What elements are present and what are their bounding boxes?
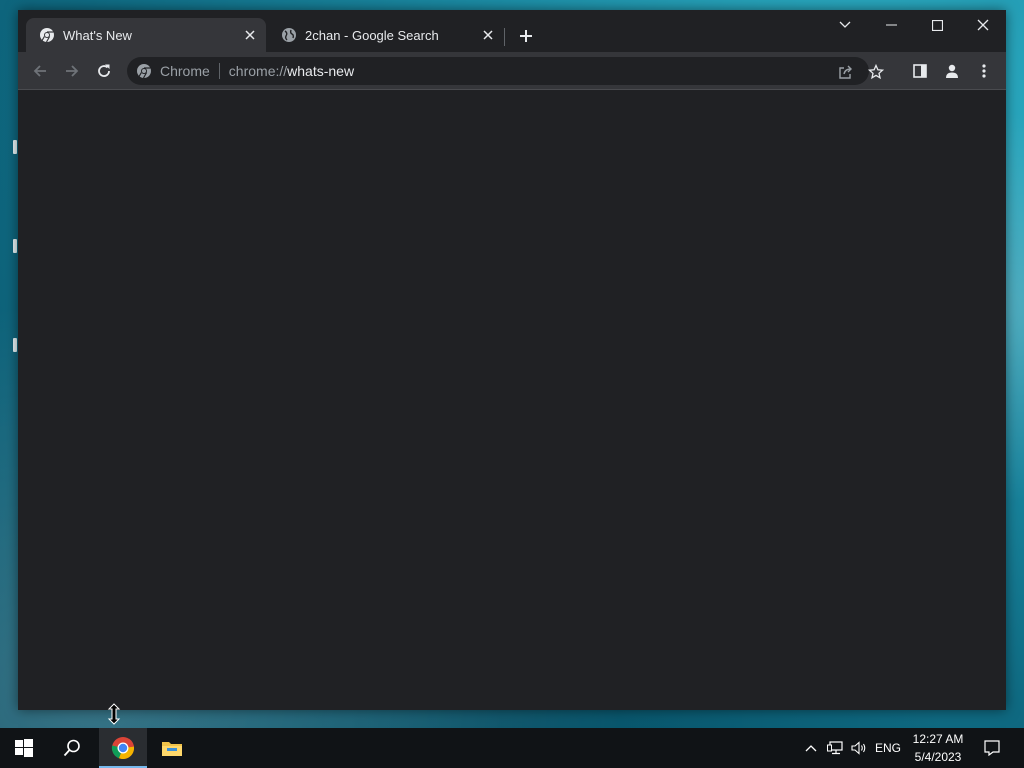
minimize-button[interactable]: [868, 10, 914, 40]
url-text[interactable]: chrome://whats-new: [229, 63, 354, 79]
show-hidden-icons-button[interactable]: [800, 728, 822, 768]
chevron-down-icon: [839, 21, 851, 28]
url-scheme: chrome://: [228, 63, 288, 79]
plus-icon: [520, 30, 532, 42]
tab-title: 2chan - Google Search: [305, 27, 439, 43]
browser-toolbar: Chrome chrome://whats-new: [18, 52, 1006, 89]
close-icon: [977, 19, 989, 31]
search-icon: [63, 739, 80, 757]
menu-button[interactable]: [970, 57, 998, 85]
file-explorer-button[interactable]: [148, 728, 196, 768]
start-icon: [15, 739, 33, 757]
search-button[interactable]: [48, 728, 96, 768]
arrow-right-icon: [66, 65, 79, 77]
volume-button[interactable]: [848, 728, 870, 768]
person-icon: [946, 64, 958, 78]
tab-separator: [504, 28, 505, 46]
notification-icon: [984, 740, 1000, 756]
language-indicator[interactable]: ENG: [872, 728, 904, 768]
taskbar: ENG 12:27 AM 5/4/2023: [0, 728, 1024, 768]
profile-button[interactable]: [938, 57, 966, 85]
taskbar-chrome-button[interactable]: [99, 728, 147, 768]
network-icon: [827, 741, 843, 755]
page-content[interactable]: [18, 90, 1006, 710]
forward-button[interactable]: [58, 57, 86, 85]
address-bar[interactable]: Chrome chrome://whats-new: [127, 57, 884, 85]
globe-icon: [281, 27, 297, 43]
desktop-icon-edge[interactable]: [13, 239, 17, 253]
maximize-button[interactable]: [914, 10, 960, 40]
site-label: Chrome: [160, 63, 210, 79]
tab-search-button[interactable]: [822, 10, 868, 40]
tab-whats-new[interactable]: What's New: [26, 18, 266, 52]
chrome-icon[interactable]: [136, 63, 152, 79]
share-icon[interactable]: [835, 61, 857, 83]
action-center-button[interactable]: [978, 728, 1006, 768]
maximize-icon: [931, 19, 943, 31]
bookmark-star-icon[interactable]: [865, 61, 887, 83]
close-window-button[interactable]: [960, 10, 1006, 40]
chevron-up-icon: [805, 745, 817, 752]
arrow-left-icon: [33, 65, 46, 77]
tab-2chan-google-search[interactable]: 2chan - Google Search: [268, 18, 504, 52]
kebab-menu-icon: [982, 64, 986, 78]
back-button[interactable]: [26, 57, 54, 85]
omnibox-divider: [218, 63, 220, 79]
minimize-icon: [885, 24, 897, 26]
network-button[interactable]: [824, 728, 846, 768]
new-tab-button[interactable]: [514, 24, 538, 48]
side-panel-button[interactable]: [906, 57, 934, 85]
close-tab-icon[interactable]: [240, 25, 260, 45]
chrome-icon: [39, 27, 55, 43]
desktop-icon-edge[interactable]: [13, 140, 17, 154]
tab-title: What's New: [63, 27, 132, 43]
chrome-icon: [111, 737, 135, 760]
desktop-icon-edge[interactable]: [13, 338, 17, 352]
clock-time: 12:27 AM: [912, 732, 964, 746]
close-tab-icon[interactable]: [478, 25, 498, 45]
title-bar[interactable]: What's New 2chan - Google Search: [18, 10, 1006, 52]
clock[interactable]: 12:27 AM 5/4/2023: [908, 730, 968, 766]
side-panel-icon: [913, 64, 927, 78]
file-explorer-icon: [162, 742, 182, 756]
start-button[interactable]: [0, 728, 48, 768]
reload-button[interactable]: [90, 57, 118, 85]
chrome-window: What's New 2chan - Google Search Chrome …: [18, 10, 1006, 710]
speaker-icon: [851, 741, 866, 755]
clock-date: 5/4/2023: [914, 750, 962, 764]
reload-icon: [98, 64, 110, 77]
url-host: whats-new: [287, 63, 355, 79]
resize-cursor-icon: [106, 703, 122, 725]
